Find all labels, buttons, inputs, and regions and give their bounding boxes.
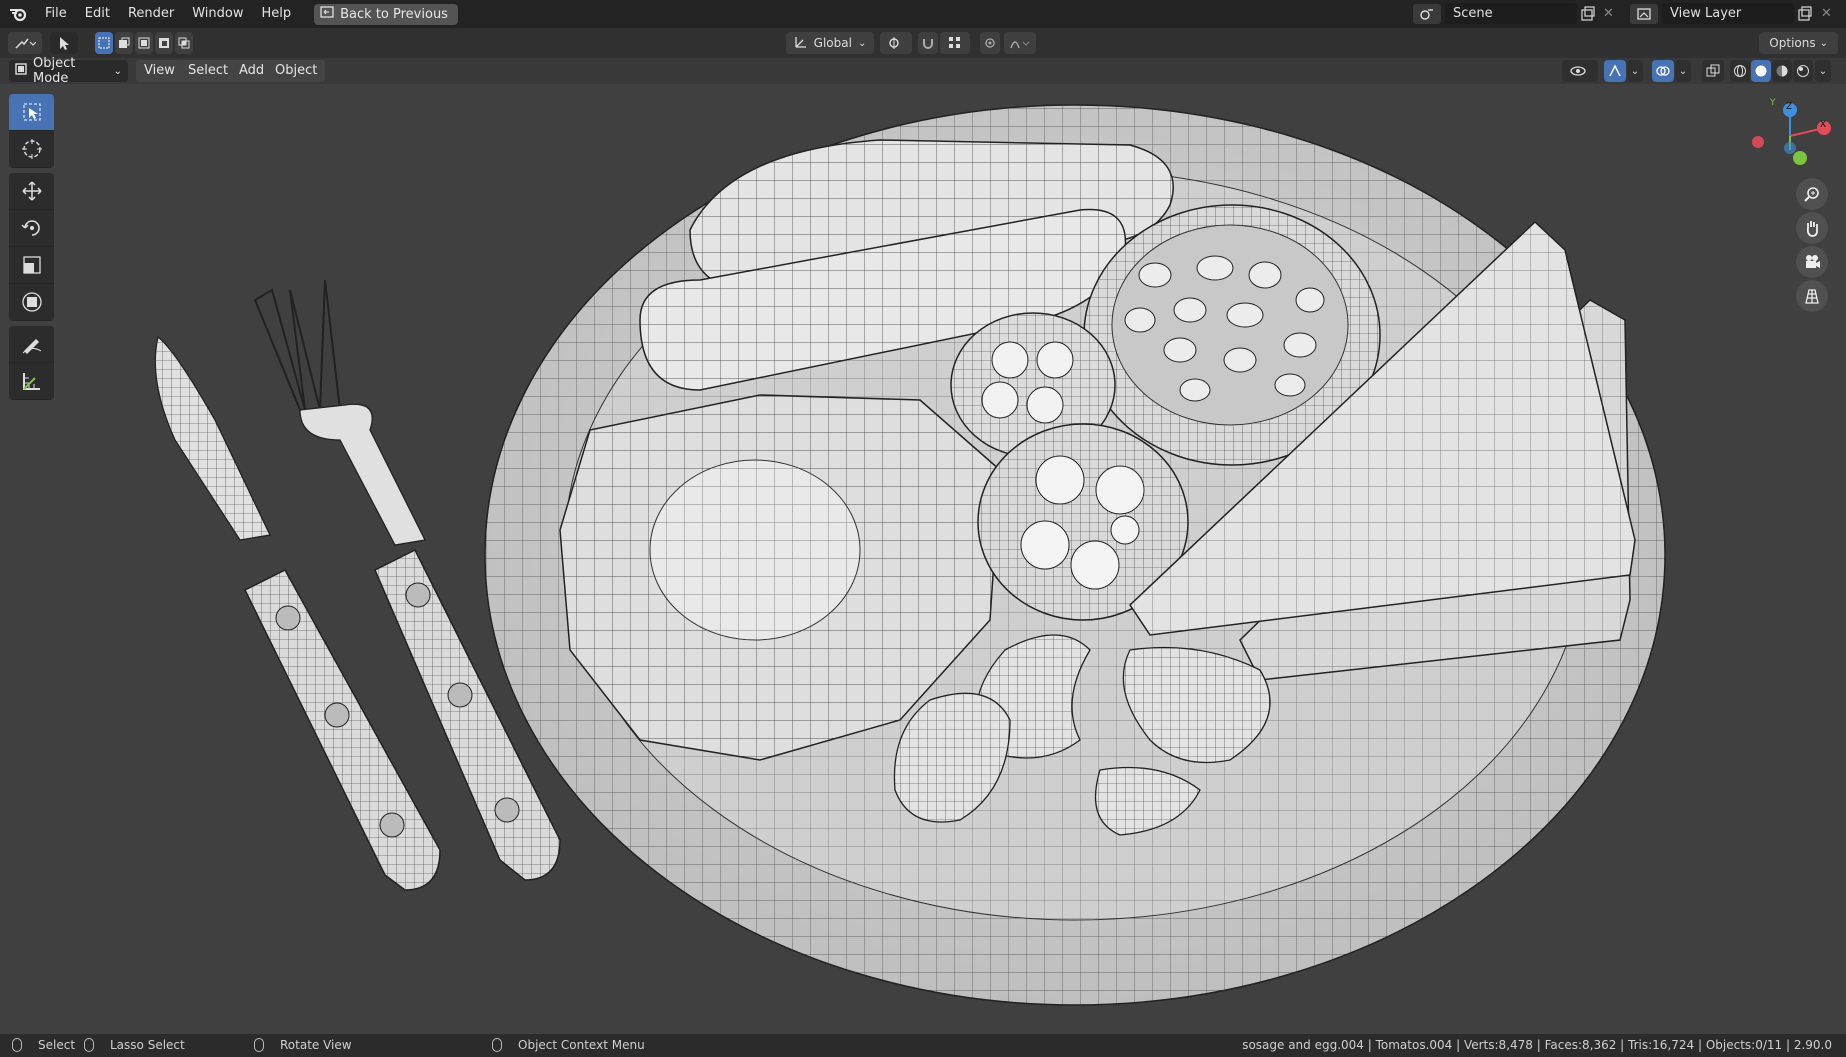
scene-name-label: Scene	[1453, 6, 1493, 21]
new-view-layer-icon[interactable]	[1797, 6, 1813, 22]
zoom-icon[interactable]	[1796, 178, 1828, 210]
gizmo-x-label: X	[1820, 120, 1827, 130]
remove-view-layer-icon[interactable]: ✕	[1821, 6, 1832, 21]
overlays-options-icon[interactable]: ⌄	[1675, 60, 1691, 82]
options-dropdown[interactable]: Options ⌄	[1759, 32, 1838, 54]
back-to-previous-label: Back to Previous	[340, 6, 448, 22]
chevron-down-icon: ⌄	[1819, 37, 1828, 49]
menu-window[interactable]: Window	[183, 0, 252, 28]
proportional-edit-icon[interactable]	[980, 32, 1000, 54]
scene-statistics: sosage and egg.004 | Tomatos.004 | Verts…	[1242, 1038, 1832, 1052]
menu-edit[interactable]: Edit	[76, 0, 119, 28]
status-lasso-label: Lasso Select	[110, 1038, 185, 1052]
status-lasso-hint: Lasso Select	[84, 1038, 185, 1052]
editor-type-icon[interactable]	[8, 32, 42, 54]
select-new-icon[interactable]	[95, 32, 113, 54]
xray-toggle-icon[interactable]	[1702, 60, 1724, 82]
gizmo-z-label: Z	[1786, 102, 1793, 112]
object-mode-label: Object Mode	[33, 56, 76, 86]
rotate-tool-icon[interactable]	[9, 210, 54, 247]
perspective-toggle-icon[interactable]	[1796, 280, 1828, 312]
select-intersect-icon[interactable]	[175, 32, 193, 54]
annotate-tool-icon[interactable]	[9, 326, 54, 363]
select-invert-icon[interactable]	[155, 32, 173, 54]
3d-viewport[interactable]: Z X Y	[0, 84, 1846, 1034]
menu-render[interactable]: Render	[119, 0, 183, 28]
view-layer-icon[interactable]	[1630, 4, 1658, 24]
status-select-hint: Select	[12, 1038, 75, 1052]
shading-options-icon[interactable]: ⌄	[1815, 60, 1831, 82]
menu-object[interactable]: Object	[267, 60, 326, 82]
shading-rendered-icon[interactable]	[1793, 60, 1813, 82]
blender-logo-icon[interactable]	[0, 0, 36, 28]
status-bar: Select Lasso Select Rotate View Object C…	[0, 1034, 1846, 1057]
menu-add[interactable]: Add	[231, 60, 273, 82]
menu-view[interactable]: View	[136, 60, 183, 82]
visibility-icon[interactable]	[1562, 60, 1598, 82]
orientation-label: Global	[813, 36, 852, 50]
object-mode-dropdown[interactable]: Object Mode ⌄	[9, 56, 128, 86]
options-label: Options	[1769, 36, 1816, 50]
status-context-hint: Object Context Menu	[492, 1038, 645, 1052]
gizmo-toggle-icon[interactable]	[1604, 60, 1626, 82]
screen-back-icon	[320, 6, 334, 22]
left-toolbar	[9, 94, 54, 405]
status-context-label: Object Context Menu	[518, 1038, 645, 1052]
object-mode-icon	[15, 63, 27, 79]
snap-target-icon[interactable]	[940, 32, 970, 54]
gizmo-y-label: Y	[1770, 98, 1776, 108]
top-menu-bar: File Edit Render Window Help Back to Pre…	[0, 0, 1846, 28]
mouse-right-icon	[492, 1038, 502, 1052]
view-layer-label: View Layer	[1670, 6, 1742, 21]
overlays-toggle-icon[interactable]	[1652, 60, 1674, 82]
chevron-down-icon: ⌄	[857, 37, 867, 49]
snap-toggle-icon[interactable]	[918, 32, 938, 54]
tool-header: Global ⌄ Options ⌄	[0, 28, 1846, 59]
status-rotate-label: Rotate View	[280, 1038, 352, 1052]
proportional-falloff-icon[interactable]	[1004, 32, 1036, 54]
menu-file[interactable]: File	[36, 0, 76, 28]
menu-help[interactable]: Help	[253, 0, 301, 28]
mouse-middle-icon	[254, 1038, 264, 1052]
new-scene-icon[interactable]	[1580, 6, 1596, 22]
scale-tool-icon[interactable]	[9, 247, 54, 284]
transform-orientation-dropdown[interactable]: Global ⌄	[786, 32, 874, 54]
orientation-axes-icon	[794, 35, 808, 52]
select-extend-icon[interactable]	[115, 32, 133, 54]
view-layer-field[interactable]: View Layer	[1662, 3, 1794, 24]
gizmo-options-icon[interactable]: ⌄	[1627, 60, 1643, 82]
shading-material-icon[interactable]	[1772, 60, 1792, 82]
remove-scene-icon[interactable]: ✕	[1603, 6, 1614, 21]
measure-tool-icon[interactable]	[9, 363, 54, 400]
scene-name-field[interactable]: Scene	[1445, 3, 1577, 24]
status-select-label: Select	[38, 1038, 76, 1052]
active-tool-icon[interactable]	[50, 32, 78, 54]
mouse-drag-icon	[84, 1038, 94, 1052]
cursor-tool-icon[interactable]	[9, 131, 54, 168]
shading-solid-icon[interactable]	[1751, 60, 1771, 82]
status-rotate-hint: Rotate View	[254, 1038, 352, 1052]
camera-view-icon[interactable]	[1796, 246, 1828, 278]
scene-render	[154, 104, 1666, 1006]
pan-hand-icon[interactable]	[1796, 212, 1828, 244]
viewport-header: Object Mode ⌄ View Select Add Object ⌄ ⌄…	[0, 56, 1846, 86]
back-to-previous-button[interactable]: Back to Previous	[314, 3, 458, 25]
select-box-tool-icon[interactable]	[9, 94, 54, 131]
scene-selector-icon[interactable]	[1413, 4, 1441, 24]
mouse-left-icon	[12, 1038, 22, 1052]
shading-wireframe-icon[interactable]	[1730, 60, 1750, 82]
move-tool-icon[interactable]	[9, 173, 54, 210]
transform-tool-icon[interactable]	[9, 284, 54, 321]
navigation-controls	[1796, 178, 1830, 314]
menu-select[interactable]: Select	[180, 60, 237, 82]
select-subtract-icon[interactable]	[135, 32, 153, 54]
pivot-point-icon[interactable]	[880, 32, 912, 54]
chevron-down-icon: ⌄	[113, 65, 122, 77]
navigation-gizmo[interactable]: Z X Y	[1748, 98, 1838, 178]
